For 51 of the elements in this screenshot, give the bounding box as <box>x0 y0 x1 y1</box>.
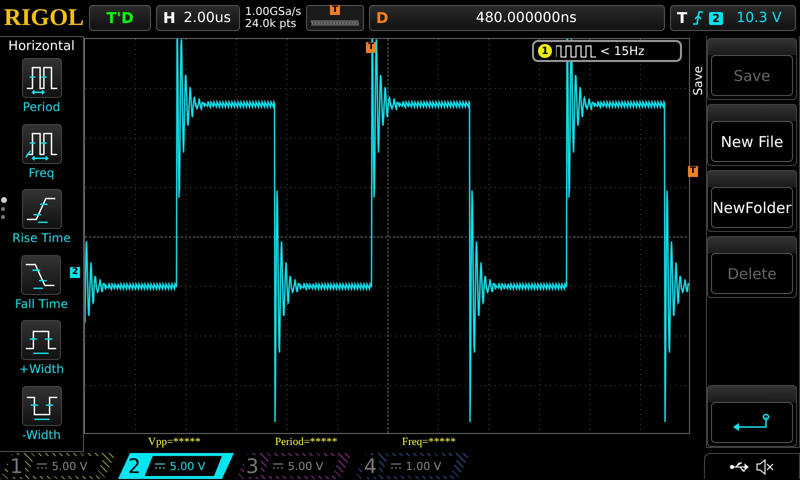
measure-button[interactable] <box>21 320 62 360</box>
dc-coupling-icon <box>36 463 47 469</box>
measure-label: Freq <box>28 166 54 180</box>
page-dot[interactable] <box>1 215 5 219</box>
measure-label: Fall Time <box>14 296 68 310</box>
channel-offset-marker[interactable]: 2 <box>70 267 80 278</box>
page-dot[interactable] <box>1 207 5 211</box>
dc-coupling-icon <box>272 463 283 469</box>
waveform-thumbnail <box>311 18 359 28</box>
channel-tab[interactable]: 4 1.00 V <box>354 453 470 479</box>
menu-button[interactable]: New File <box>711 121 793 162</box>
menu-title: Save <box>691 66 705 96</box>
measure-label: Rise Time <box>12 231 71 245</box>
channel-tab[interactable]: 3 5.00 V <box>236 453 352 479</box>
channel-tab[interactable]: 1 5.00 V <box>0 453 116 479</box>
menu-button[interactable]: NewFolder <box>711 187 793 228</box>
measure-button[interactable] <box>22 386 62 426</box>
rising-edge-icon <box>693 11 704 25</box>
brand-logo: RIGOL <box>4 4 84 32</box>
measure-label: -Width <box>22 428 61 442</box>
memory-depth: 24.0k pts <box>245 18 298 30</box>
mute-icon <box>756 458 774 474</box>
measurement-value: Freq=***** <box>402 436 457 450</box>
measure-label: Period <box>22 100 60 114</box>
measurement-value: Period=***** <box>275 436 338 450</box>
measure-button[interactable] <box>22 58 62 98</box>
return-arrow-icon <box>732 412 772 432</box>
dc-coupling-icon <box>154 463 165 469</box>
dc-coupling-icon <box>390 463 401 469</box>
run-status[interactable]: T'D <box>89 5 152 31</box>
measurement-value: Vpp=***** <box>148 436 202 450</box>
trigger-position-marker: T <box>330 5 340 15</box>
sample-rate: 1.00GSa/s <box>245 6 302 18</box>
page-dot[interactable] <box>1 197 7 203</box>
counter-reading: < 15Hz <box>600 44 644 58</box>
measure-button[interactable] <box>22 124 62 164</box>
channel-tab[interactable]: 2 5.00 V <box>118 453 234 479</box>
trigger-field[interactable]: T 2 10.3 V <box>670 5 796 31</box>
usb-icon <box>730 460 750 472</box>
measure-button[interactable] <box>21 254 62 294</box>
trigger-time-marker[interactable]: T <box>366 42 376 53</box>
measure-label: +Width <box>19 362 64 376</box>
back-button[interactable] <box>711 402 793 443</box>
delay-field[interactable]: D 480.000000ns <box>369 5 665 31</box>
measure-button[interactable] <box>22 189 62 229</box>
trigger-source: 2 <box>709 12 723 24</box>
menu-title: Horizontal <box>8 39 75 54</box>
timebase-field[interactable]: H 2.00us <box>156 5 240 31</box>
trigger-level-marker[interactable]: T <box>688 166 698 177</box>
counter-channel: 1 <box>538 44 552 58</box>
square-wave-icon <box>556 44 596 58</box>
